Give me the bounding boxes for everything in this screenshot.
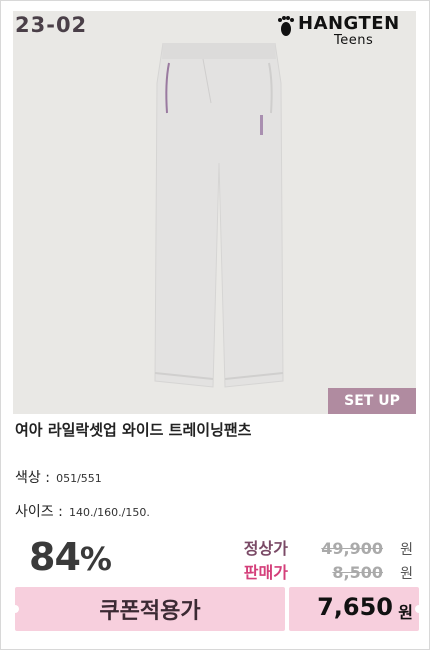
coupon-label-box: 쿠폰적용가: [11, 587, 285, 631]
pants-illustration: [154, 43, 284, 388]
footprint-icon: [278, 16, 294, 36]
brand-name: HANGTEN: [298, 13, 400, 34]
color-option: 색상 : 051/551: [15, 467, 102, 487]
regular-price-label: 정상가: [243, 539, 288, 558]
regular-price-row: 정상가 49,900 원: [244, 535, 413, 559]
sale-price-row: 판매가 8,500 원: [244, 559, 413, 583]
discount-rate: 84%: [29, 535, 112, 579]
setup-badge: SET UP: [328, 388, 416, 414]
product-image[interactable]: 23-02 HANGTEN Teens SET UP: [13, 11, 416, 414]
sale-price-label: 판매가: [243, 563, 288, 582]
color-value: 051/551: [56, 472, 102, 485]
coupon-price-amount: 7,650: [317, 593, 393, 621]
size-label: 사이즈 :: [15, 504, 63, 520]
coupon-price-banner[interactable]: 쿠폰적용가 7,650 원: [11, 587, 423, 631]
regular-price-unit: 원: [400, 542, 413, 558]
coupon-price-unit: 원: [398, 603, 413, 622]
product-card[interactable]: 23-02 HANGTEN Teens SET UP 여아 라일락셋업 와이드: [0, 0, 430, 650]
regular-price-amount: 49,900: [321, 539, 384, 558]
size-option: 사이즈 : 140./160./150.: [15, 501, 150, 521]
discount-rate-value: 84: [29, 535, 81, 579]
product-title[interactable]: 여아 라일락셋업 와이드 트레이닝팬츠: [15, 419, 251, 440]
coupon-label: 쿠폰적용가: [99, 599, 201, 624]
discount-rate-unit: %: [79, 540, 112, 578]
product-code: 23-02: [15, 13, 88, 37]
sale-price-amount: 8,500: [332, 563, 384, 582]
coupon-amount-box: 7,650 원: [289, 587, 423, 631]
sale-price-unit: 원: [400, 566, 413, 582]
brand-logo: HANGTEN Teens: [276, 13, 406, 53]
brand-subline: Teens: [334, 33, 374, 48]
color-label: 색상 :: [15, 470, 50, 486]
ticket-notch: [415, 605, 423, 613]
ticket-notch: [11, 605, 19, 613]
size-value: 140./160./150.: [68, 506, 150, 519]
